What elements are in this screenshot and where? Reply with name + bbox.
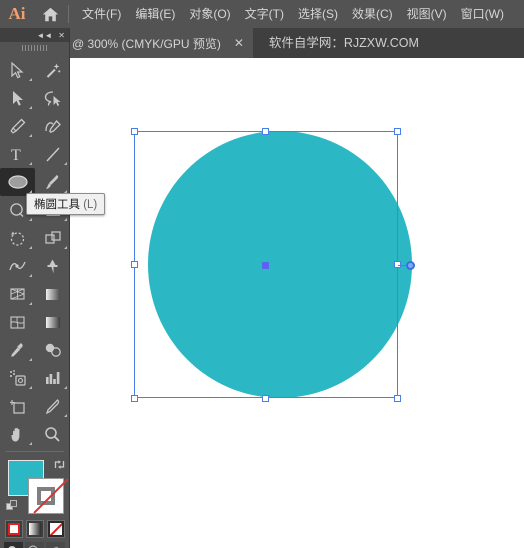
menu-effect[interactable]: 效果(C) (345, 0, 400, 28)
free-transform-tool[interactable] (35, 252, 70, 280)
magic-wand-tool[interactable] (35, 56, 70, 84)
color-mode-button[interactable] (4, 520, 23, 538)
selection-handle-bottom-right[interactable] (394, 395, 401, 402)
slice-tool[interactable] (35, 392, 70, 420)
fill-stroke-swatches (0, 456, 70, 518)
tools-divider (5, 451, 64, 452)
illustrator-window: Ai 文件(F) 编辑(E) 对象(O) 文字(T) 选择(S) 效果(C) 视… (0, 0, 524, 548)
menu-select[interactable]: 选择(S) (291, 0, 345, 28)
type-tool[interactable]: T (0, 140, 35, 168)
artboard-tool[interactable] (0, 392, 35, 420)
flyout-triangle-icon (64, 386, 67, 389)
tools-panel: ◄◄ ✕ T (0, 28, 70, 548)
flyout-triangle-icon (29, 246, 32, 249)
draw-mode-buttons (0, 542, 69, 548)
swap-fill-stroke-icon[interactable] (53, 458, 66, 471)
selection-handle-bottom-left[interactable] (131, 395, 138, 402)
tools-panel-header: ◄◄ ✕ (0, 28, 69, 42)
selection-handle-middle-left[interactable] (131, 261, 138, 268)
column-graph-tool[interactable] (35, 364, 70, 392)
hand-tool[interactable] (0, 420, 35, 448)
watermark-text: 软件自学网：RJZXW.COM (268, 36, 419, 50)
mesh-tool[interactable] (0, 308, 35, 336)
flyout-triangle-icon (29, 386, 32, 389)
flyout-triangle-icon (29, 218, 32, 221)
tooltip-label: 椭圆工具 (34, 199, 80, 211)
line-segment-tool[interactable] (35, 140, 70, 168)
selection-handle-bottom-center[interactable] (262, 395, 269, 402)
shape-builder-tool[interactable] (35, 224, 70, 252)
flyout-triangle-icon (29, 134, 32, 137)
eyedropper-tool[interactable] (0, 336, 35, 364)
document-tab[interactable]: @ 300% (CMYK/GPU 预览) ✕ (62, 28, 253, 58)
flyout-triangle-icon (29, 442, 32, 445)
flyout-triangle-icon (29, 162, 32, 165)
menu-window[interactable]: 窗口(W) (454, 0, 511, 28)
width-tool[interactable] (0, 252, 35, 280)
flyout-triangle-icon (64, 246, 67, 249)
menu-object[interactable]: 对象(O) (182, 0, 237, 28)
selection-handle-top-left[interactable] (131, 128, 138, 135)
zoom-tool[interactable] (35, 420, 70, 448)
draw-inside-button[interactable] (46, 542, 65, 548)
tooltip-shortcut: (L) (83, 199, 98, 211)
paintbrush-tool[interactable] (35, 168, 70, 196)
menu-type[interactable]: 文字(T) (238, 0, 291, 28)
artboard-canvas[interactable] (0, 58, 524, 548)
rotation-anchor-icon[interactable] (406, 261, 415, 270)
flyout-triangle-icon (29, 274, 32, 277)
menu-item-list: 文件(F) 编辑(E) 对象(O) 文字(T) 选择(S) 效果(C) 视图(V… (75, 0, 511, 28)
tool-tooltip: 椭圆工具 (L) (26, 193, 106, 215)
flyout-triangle-icon (64, 414, 67, 417)
menu-view[interactable]: 视图(V) (400, 0, 454, 28)
rotate-tool[interactable] (0, 224, 35, 252)
blend-tool[interactable] (35, 336, 70, 364)
gradient-tool[interactable] (35, 280, 70, 308)
symbol-sprayer-tool[interactable] (0, 364, 35, 392)
selection-handle-top-right[interactable] (394, 128, 401, 135)
direct-selection-tool[interactable] (0, 84, 35, 112)
curvature-tool[interactable] (35, 112, 70, 140)
document-tab-label: @ 300% (CMYK/GPU 预览) (72, 36, 221, 51)
none-mode-button[interactable] (46, 520, 65, 538)
menu-file[interactable]: 文件(F) (75, 0, 128, 28)
stroke-swatch[interactable] (28, 478, 69, 514)
flyout-triangle-icon (64, 162, 67, 165)
flyout-triangle-icon (29, 358, 32, 361)
menu-bar: Ai 文件(F) 编辑(E) 对象(O) 文字(T) 选择(S) 效果(C) 视… (0, 0, 524, 28)
perspective-grid-tool[interactable] (0, 280, 35, 308)
gradient-mode-button[interactable] (25, 520, 44, 538)
fill-mode-buttons (0, 520, 69, 538)
draw-behind-button[interactable] (25, 542, 44, 548)
default-fill-stroke-icon[interactable] (6, 500, 19, 513)
ellipse-tool[interactable] (0, 168, 35, 196)
ai-logo: Ai (8, 4, 26, 23)
lasso-tool[interactable] (35, 84, 70, 112)
menu-edit[interactable]: 编辑(E) (128, 0, 182, 28)
flyout-triangle-icon (29, 302, 32, 305)
selection-tool[interactable] (0, 56, 35, 84)
ellipse-shape[interactable] (148, 131, 412, 398)
gradient-swatch-tool[interactable] (35, 308, 70, 336)
flyout-triangle-icon (29, 78, 32, 81)
shape-center-point (262, 262, 269, 269)
close-panel-icon[interactable]: ✕ (58, 31, 65, 40)
collapse-panel-icon[interactable]: ◄◄ (36, 31, 52, 40)
selection-handle-top-center[interactable] (262, 128, 269, 135)
svg-text:T: T (11, 147, 21, 163)
panel-grip[interactable] (0, 42, 69, 54)
document-tab-bar: @ 300% (CMYK/GPU 预览) ✕ 软件自学网：RJZXW.COM (0, 28, 524, 58)
pen-tool[interactable] (0, 112, 35, 140)
flyout-triangle-icon (64, 218, 67, 221)
close-icon[interactable]: ✕ (233, 36, 245, 50)
flyout-triangle-icon (29, 106, 32, 109)
home-icon[interactable] (34, 0, 66, 28)
tool-grid: T (0, 54, 70, 448)
menu-separator (68, 5, 69, 23)
draw-normal-button[interactable] (4, 542, 23, 548)
